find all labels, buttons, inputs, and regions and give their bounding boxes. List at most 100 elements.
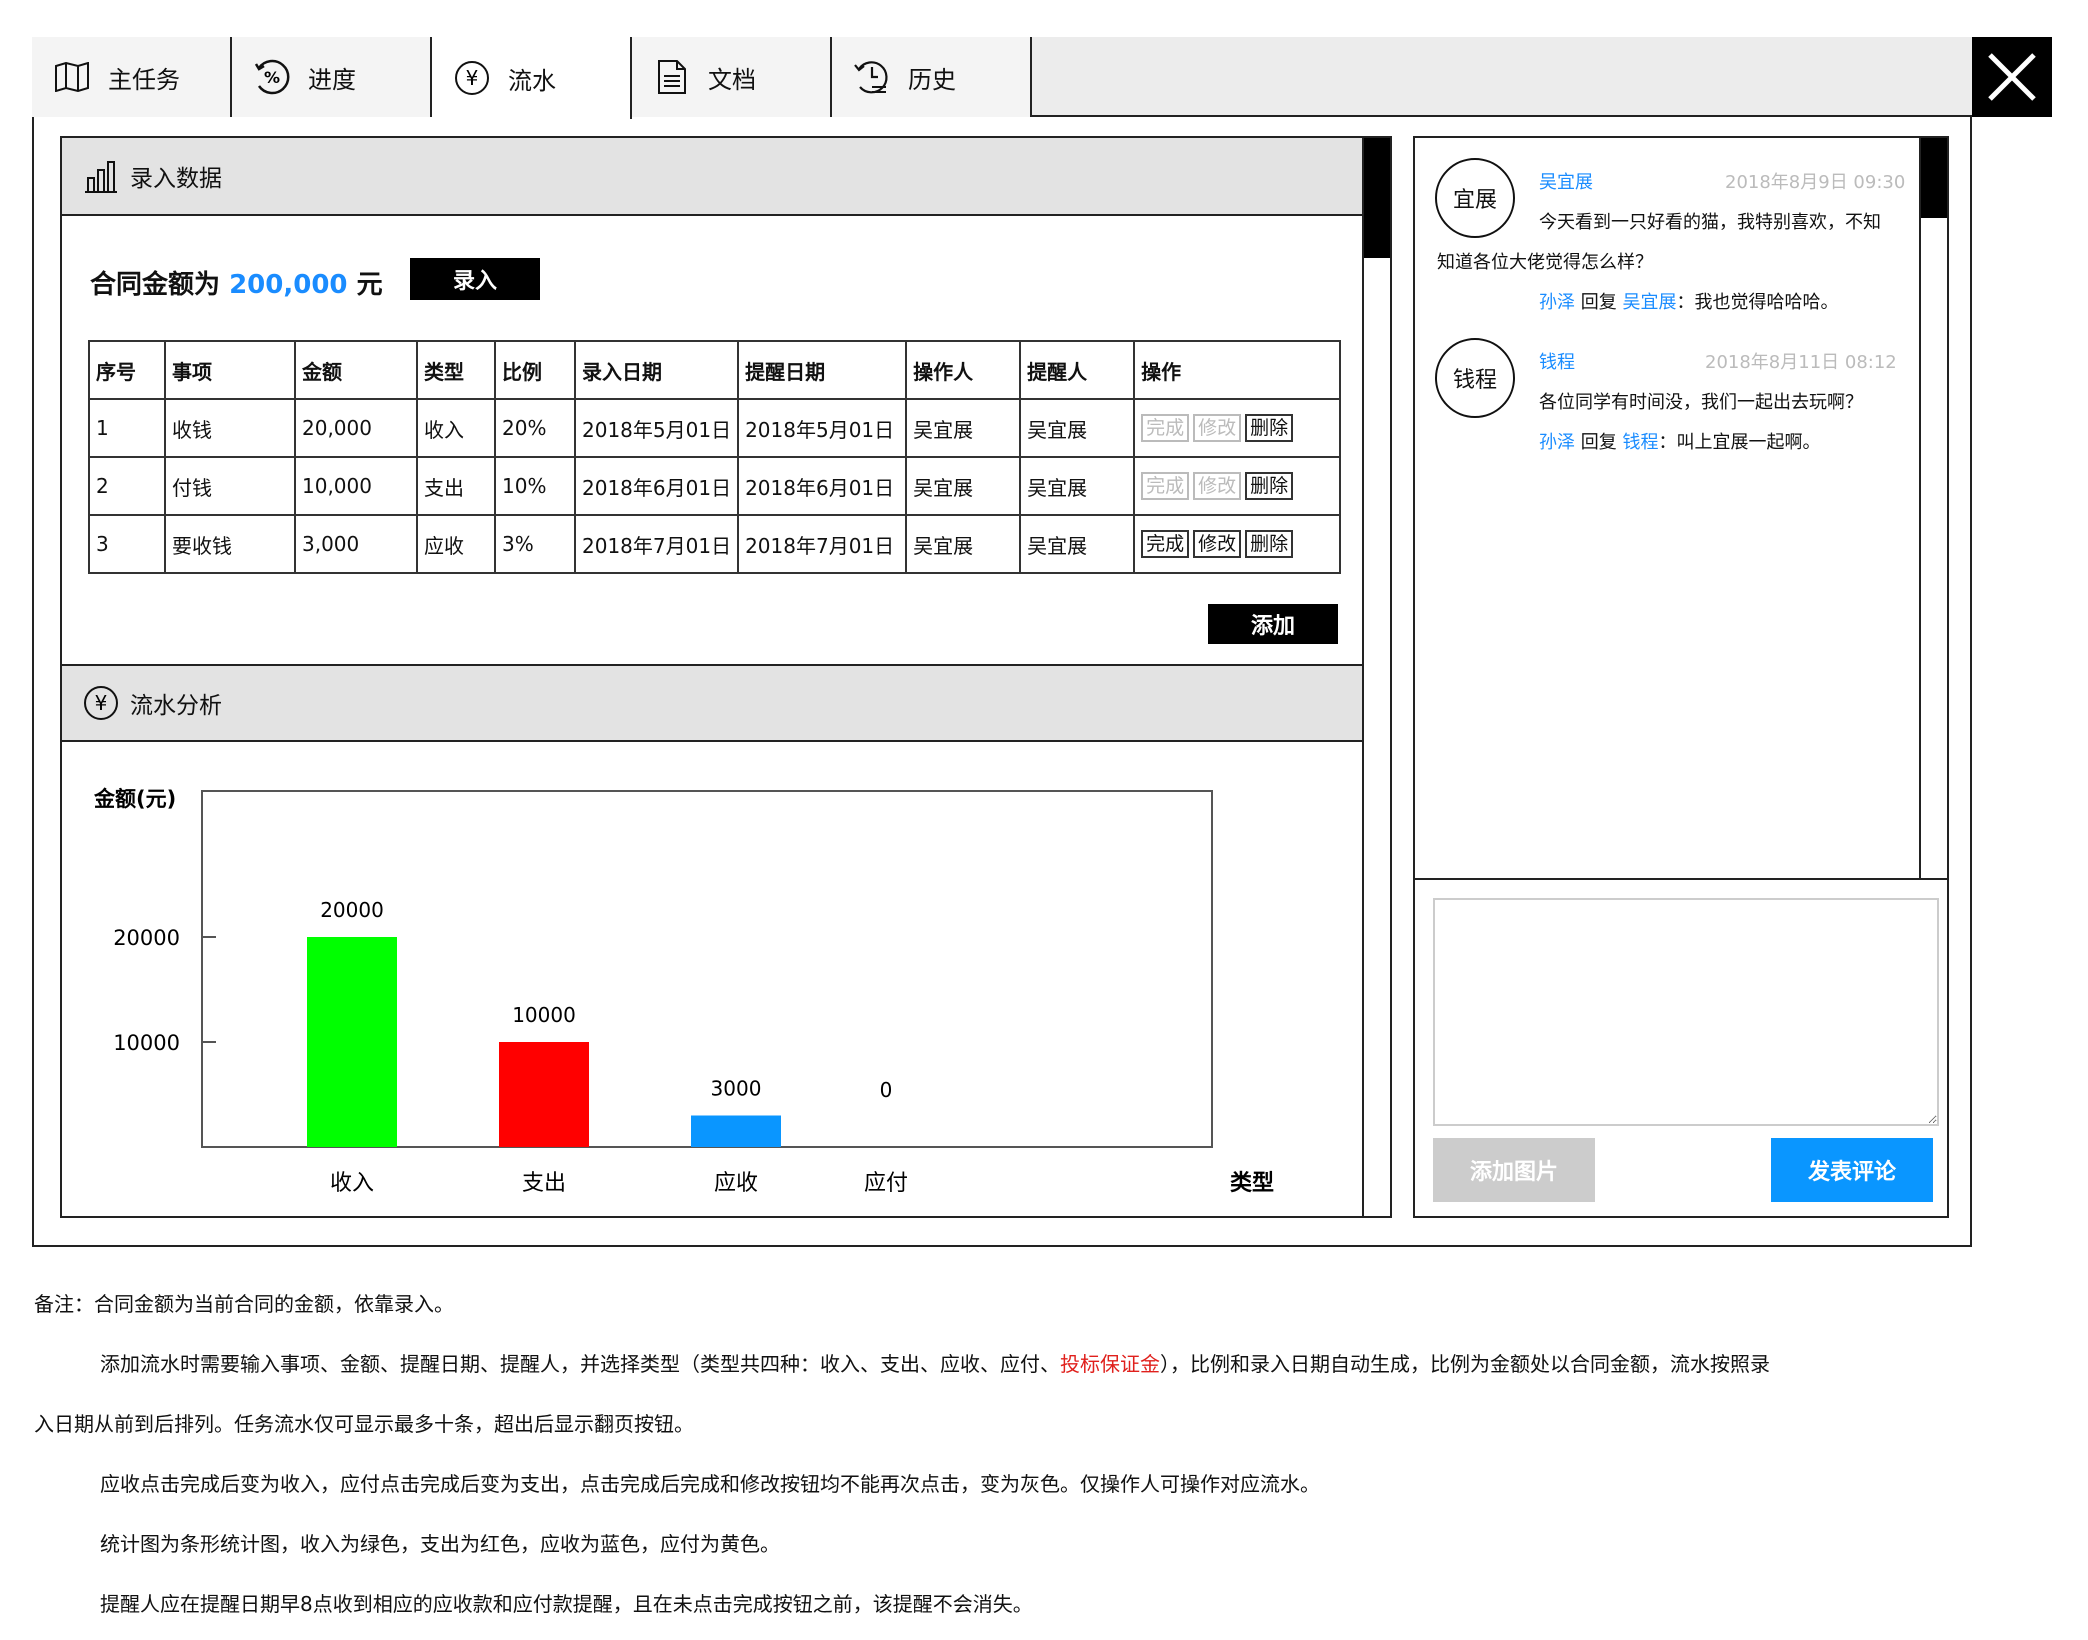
- x-axis-label: 类型: [1230, 1171, 1274, 1196]
- table-cell: 收钱: [164, 398, 296, 458]
- comment-time: 2018年8月11日 08:12: [1705, 352, 1897, 373]
- bar: [499, 1042, 589, 1147]
- tab-cashflow[interactable]: ¥ 流水: [432, 37, 632, 119]
- comment-input[interactable]: [1433, 898, 1939, 1126]
- comment-text: 各位同学有时间没，我们一起出去玩啊？: [1539, 392, 1863, 413]
- note-text: ），比例和录入日期自动生成，比例为金额处以合同金额，流水按照录: [1160, 1352, 1770, 1376]
- x-tick-label: 收入: [330, 1171, 374, 1196]
- table-cell: 2018年6月01日: [737, 456, 908, 516]
- amount-value: 200,000: [229, 270, 348, 300]
- table-cell: 2018年7月01日: [737, 514, 908, 574]
- comment-reply: 孙泽 回复 吴宜展：我也觉得哈哈哈。: [1539, 288, 1838, 314]
- cashflow-bar-chart: 金额(元) 类型 10000 20000 20000 收入 10000 支出 3000 应收 0…: [93, 787, 1274, 1196]
- bar-value-label: 0: [880, 1078, 893, 1102]
- table-cell: 10%: [494, 456, 576, 516]
- comment-author[interactable]: 吴宜展: [1539, 168, 1593, 194]
- bar-chart-icon: [82, 157, 120, 195]
- delete-button[interactable]: 删除: [1245, 472, 1294, 500]
- note-text: 添加流水时需要输入事项、金额、提醒日期、提醒人，并选择类型（类型共四种：收入、支…: [100, 1352, 1060, 1376]
- amount-unit: 元: [356, 270, 383, 300]
- comments-scrollbar-thumb[interactable]: [1921, 138, 1947, 218]
- comment-reply: 孙泽 回复 钱程：叫上宜展一起啊。: [1539, 428, 1820, 454]
- delete-button[interactable]: 删除: [1245, 414, 1294, 442]
- comments-scrollbar[interactable]: [1919, 138, 1949, 878]
- y-tick-label: 10000: [113, 1031, 180, 1055]
- add-image-button[interactable]: 添加图片: [1433, 1138, 1595, 1202]
- reply-author[interactable]: 孙泽: [1539, 432, 1575, 453]
- reply-author[interactable]: 孙泽: [1539, 292, 1575, 313]
- tab-progress[interactable]: % 进度: [232, 37, 432, 117]
- reply-target[interactable]: 钱程: [1622, 432, 1658, 453]
- table-cell: 3,000: [294, 514, 418, 574]
- add-row-button[interactable]: 添加: [1208, 604, 1338, 644]
- percent-icon: %: [252, 57, 292, 97]
- tab-history[interactable]: 历史: [832, 37, 1032, 117]
- column-header: 操作: [1133, 340, 1342, 400]
- table-cell: 吴宜展: [1019, 456, 1136, 516]
- table-cell: 3%: [494, 514, 576, 574]
- reply-verb: 回复: [1580, 432, 1617, 453]
- bar: [691, 1115, 781, 1147]
- table-cell: 收入: [416, 398, 496, 458]
- table-cell: 支出: [416, 456, 496, 516]
- table-body: 1 收钱 20,000 收入 20% 2018年5月01日 2018年5月01日 吴宜展 吴宜展…: [88, 398, 1342, 574]
- delete-button[interactable]: 删除: [1245, 530, 1294, 558]
- column-header: 操作人: [905, 340, 1022, 400]
- x-tick-label: 应付: [864, 1171, 908, 1196]
- reply-text: ：叫上宜展一起啊。: [1658, 432, 1821, 453]
- table-cell: 20,000: [294, 398, 418, 458]
- comments-panel: 宜展 吴宜展 2018年8月9日 09:30 今天看到一只好看的猫，我特别喜欢，…: [1413, 136, 1949, 1218]
- note-line: 应收点击完成后变为收入，应付点击完成后变为支出，点击完成后完成和修改按钮均不能再…: [100, 1472, 1320, 1496]
- x-tick-label: 支出: [522, 1171, 566, 1196]
- analysis-section-title: 流水分析: [130, 693, 222, 719]
- left-scrollbar-thumb[interactable]: [1364, 138, 1390, 258]
- amount-prefix: 合同金额为: [90, 270, 221, 300]
- table-row: 3 要收钱 3,000 应收 3% 2018年7月01日 2018年7月01日 吴宜展 吴宜展完…: [88, 514, 1342, 574]
- close-icon: [1988, 53, 2036, 101]
- table-cell: 要收钱: [164, 514, 296, 574]
- table-cell: 吴宜展: [1019, 398, 1136, 458]
- yen-icon: ¥: [82, 684, 120, 722]
- table-cell: 吴宜展: [905, 456, 1022, 516]
- bar-value-label: 3000: [711, 1077, 762, 1101]
- tab-label: 主任务: [108, 65, 180, 94]
- edit-button: 修改: [1193, 472, 1242, 500]
- table-cell: 3: [88, 514, 166, 574]
- history-icon: [852, 57, 892, 97]
- analysis-section-header: ¥ 流水分析: [62, 664, 1362, 742]
- column-header: 金额: [294, 340, 418, 400]
- left-scrollbar[interactable]: [1362, 138, 1390, 1216]
- edit-button[interactable]: 修改: [1193, 530, 1242, 558]
- table-cell: 吴宜展: [1019, 514, 1136, 574]
- cashflow-table: 序号 事项 金额 类型 比例 录入日期 提醒日期 操作人 提醒人 操作 1 收钱 2…: [88, 340, 1342, 574]
- table-cell-actions: 完成 修改 删除: [1133, 456, 1342, 516]
- entry-section-header: 录入数据: [62, 138, 1362, 216]
- comment-time: 2018年8月9日 09:30: [1725, 172, 1906, 193]
- note-line: 统计图为条形统计图，收入为绿色，支出为红色，应收为蓝色，应付为黄色。: [100, 1532, 780, 1556]
- avatar[interactable]: 钱程: [1435, 338, 1515, 418]
- svg-text:¥: ¥: [95, 691, 108, 715]
- close-button[interactable]: [1972, 37, 2052, 117]
- table-cell: 2018年7月01日: [573, 514, 740, 574]
- y-axis-label: 金额(元): [93, 787, 176, 811]
- note-line: 提醒人应在提醒日期早8点收到相应的应收款和应付款提醒，且在未点击完成按钮之前，该…: [100, 1592, 1033, 1616]
- reply-target[interactable]: 吴宜展: [1622, 292, 1676, 313]
- comment-author[interactable]: 钱程: [1539, 348, 1575, 374]
- tab-bar: 主任务 % 进度 ¥ 流水 文档 历史: [32, 37, 1972, 119]
- enter-amount-button[interactable]: 录入: [410, 258, 540, 300]
- tab-documents[interactable]: 文档: [632, 37, 832, 117]
- done-button[interactable]: 完成: [1141, 530, 1190, 558]
- tab-main-task[interactable]: 主任务: [32, 37, 232, 117]
- avatar[interactable]: 宜展: [1435, 158, 1515, 238]
- contract-amount: 合同金额为 200,000 元: [90, 264, 383, 301]
- table-cell: 1: [88, 398, 166, 458]
- comment-text-continued: 知道各位大佬觉得怎么样？: [1437, 252, 1653, 273]
- table-cell-actions: 完成 修改 删除: [1133, 398, 1342, 458]
- tab-label: 流水: [508, 66, 556, 95]
- chart-marks: 10000 20000 20000 收入 10000 支出 3000 应收 0 应付: [113, 898, 908, 1196]
- divider: [1415, 878, 1947, 880]
- done-button: 完成: [1141, 472, 1190, 500]
- note-highlight: 投标保证金: [1060, 1352, 1160, 1376]
- post-comment-button[interactable]: 发表评论: [1771, 1138, 1933, 1202]
- table-cell: 2: [88, 456, 166, 516]
